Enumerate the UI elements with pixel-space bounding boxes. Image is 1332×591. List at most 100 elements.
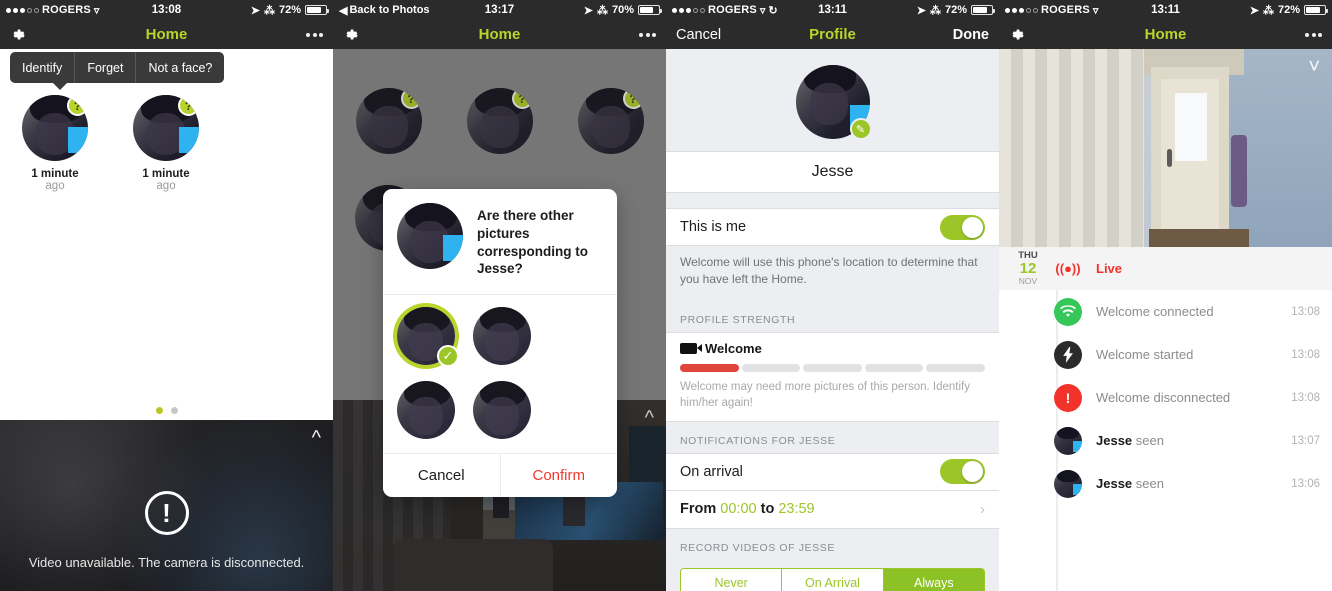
candidate-photo[interactable] — [473, 307, 531, 366]
timeline-row[interactable]: Welcome started 13:08 — [999, 333, 1332, 376]
on-arrival-label: On arrival — [680, 463, 743, 480]
avatar-face-shape — [485, 397, 519, 436]
confirm-button[interactable]: Confirm — [499, 454, 618, 498]
scene-floor — [1149, 229, 1249, 247]
this-is-me-row[interactable]: This is me — [666, 208, 999, 246]
avatar-background-shape — [1073, 483, 1082, 495]
status-bar: ROGERS ▿ 13:08 ➤ ⁂ 72% — [0, 0, 333, 20]
on-arrival-row[interactable]: On arrival — [666, 452, 999, 491]
notifications-section-label: NOTIFICATIONS FOR JESSE — [666, 421, 999, 453]
record-videos-segmented-control: Never On Arrival Always — [680, 567, 985, 591]
segment-always[interactable]: Always — [882, 568, 984, 591]
signal-dots-icon — [1005, 7, 1038, 13]
strength-segment — [926, 363, 985, 372]
segment-never[interactable]: Never — [681, 568, 782, 591]
edit-pencil-icon[interactable]: ✎ — [849, 118, 872, 140]
nav-bar: Home — [333, 20, 666, 49]
face-cell[interactable]: ? 1 minute ago — [22, 95, 88, 192]
candidate-photo[interactable] — [473, 381, 531, 440]
this-is-me-label: This is me — [680, 219, 747, 235]
live-radio-icon: ((●)) — [1055, 261, 1081, 276]
chevron-down-icon[interactable]: ˅ — [1308, 57, 1320, 77]
status-bar: ROGERS ▿ ↻ 13:11 ➤ ⁂ 72% — [666, 0, 999, 20]
video-camera-icon — [680, 342, 702, 354]
unknown-face-badge-icon[interactable]: ? — [178, 95, 199, 116]
candidate-photo-thumb[interactable] — [397, 381, 455, 440]
avatar-background-shape — [68, 127, 88, 153]
video-error-state: ! Video unavailable. The camera is disco… — [0, 420, 333, 591]
battery-icon — [1304, 5, 1328, 15]
strength-segment-filled — [680, 363, 739, 372]
scene-door-handle — [1167, 149, 1172, 167]
face-cell[interactable]: ? 1 minute ago — [133, 95, 199, 192]
face-timestamp: 1 minute ago — [142, 168, 190, 192]
settings-gear-icon[interactable] — [1009, 27, 1024, 42]
bluetooth-icon: ⁂ — [263, 4, 275, 17]
candidate-photo-thumb[interactable] — [473, 307, 531, 366]
avatar-face-shape — [409, 397, 443, 436]
back-to-photos-button[interactable]: ◀ Back to Photos — [339, 4, 430, 17]
photos-screen: Home ? 40 sec ? ? ago 1 mi — [333, 49, 666, 591]
settings-gear-icon[interactable] — [343, 27, 358, 42]
location-arrow-icon: ➤ — [250, 4, 260, 17]
segment-on-arrival[interactable]: On Arrival — [781, 568, 883, 591]
chevron-up-icon[interactable]: ^ — [312, 428, 321, 448]
timeline-event-label: Welcome started — [1096, 347, 1194, 362]
status-left: ROGERS ▿ — [1005, 4, 1098, 17]
more-options-icon[interactable] — [306, 32, 323, 37]
this-is-me-toggle[interactable] — [940, 214, 985, 240]
timeline-row[interactable]: Jesse seen 13:07 — [999, 419, 1332, 462]
page-title: Home — [145, 26, 188, 43]
panel-home-timeline: ROGERS ▿ 13:11 ➤ ⁂ 72% Home ˅ THU 12 NOV… — [999, 0, 1332, 591]
face-avatar[interactable]: ? — [22, 95, 88, 161]
page-title: Home — [478, 26, 521, 43]
settings-gear-icon[interactable] — [10, 27, 25, 42]
timeline-row[interactable]: Jesse seen 13:06 — [999, 462, 1332, 505]
candidate-photo[interactable] — [397, 381, 455, 440]
timeline-row[interactable]: ! Welcome disconnected 13:08 — [999, 376, 1332, 419]
page-dot[interactable] — [170, 407, 178, 414]
time-range-row[interactable]: From 00:00 to 23:59 › — [666, 490, 999, 529]
carrier-label: ROGERS — [42, 4, 91, 16]
candidate-photo-thumb[interactable] — [473, 381, 531, 440]
forget-button[interactable]: Forget — [74, 52, 135, 83]
identify-button[interactable]: Identify — [10, 52, 74, 83]
time-range-value: From 00:00 to 23:59 — [680, 501, 815, 518]
nav-bar: Home — [0, 20, 333, 49]
unknown-face-badge-icon[interactable]: ? — [67, 95, 88, 116]
face-avatar[interactable]: ? — [133, 95, 199, 161]
more-options-icon[interactable] — [639, 32, 656, 37]
location-arrow-icon: ➤ — [1249, 4, 1259, 17]
candidate-photo-grid: ✓ — [383, 294, 617, 453]
not-a-face-button[interactable]: Not a face? — [135, 52, 224, 83]
page-indicator[interactable] — [0, 407, 333, 414]
live-video-tile[interactable]: ^ ! Video unavailable. The camera is dis… — [0, 420, 333, 591]
cancel-button[interactable]: Cancel — [383, 454, 500, 497]
chevron-right-icon[interactable]: › — [980, 501, 985, 518]
person-avatar-icon[interactable] — [1054, 426, 1082, 455]
timeline-event-time: 13:08 — [1291, 305, 1320, 318]
avatar[interactable]: ✎ — [795, 65, 872, 140]
signal-dots-icon — [6, 7, 39, 13]
status-left: ROGERS ▿ — [6, 4, 99, 17]
person-avatar-icon[interactable] — [1054, 469, 1082, 498]
more-options-icon[interactable] — [1305, 32, 1322, 37]
status-bar: ROGERS ▿ 13:11 ➤ ⁂ 72% — [999, 0, 1332, 20]
battery-percent: 72% — [944, 4, 967, 16]
on-arrival-toggle[interactable] — [940, 459, 985, 485]
location-arrow-icon: ➤ — [916, 4, 926, 17]
signal-dots-icon — [672, 7, 705, 13]
rotation-lock-icon: ↻ — [768, 4, 778, 17]
live-video-tile[interactable]: ˅ — [999, 49, 1332, 247]
profile-name: Jesse — [666, 151, 999, 193]
page-dot-active[interactable] — [155, 407, 163, 414]
cancel-button[interactable]: Cancel — [676, 27, 721, 43]
wifi-icon: ▿ — [93, 4, 100, 17]
status-right: ➤ ⁂ 72% — [250, 4, 329, 17]
battery-percent: 72% — [1277, 4, 1300, 16]
timeline-row-live[interactable]: THU 12 NOV ((●)) Live — [999, 247, 1332, 290]
candidate-photo-selected[interactable]: ✓ — [397, 307, 459, 368]
panel-identify-photos: ROGERS ▿ 13:08 ➤ ⁂ 72% Home Identify For… — [0, 0, 333, 591]
done-button[interactable]: Done — [953, 27, 989, 43]
timeline-row[interactable]: Welcome connected 13:08 — [999, 290, 1332, 333]
